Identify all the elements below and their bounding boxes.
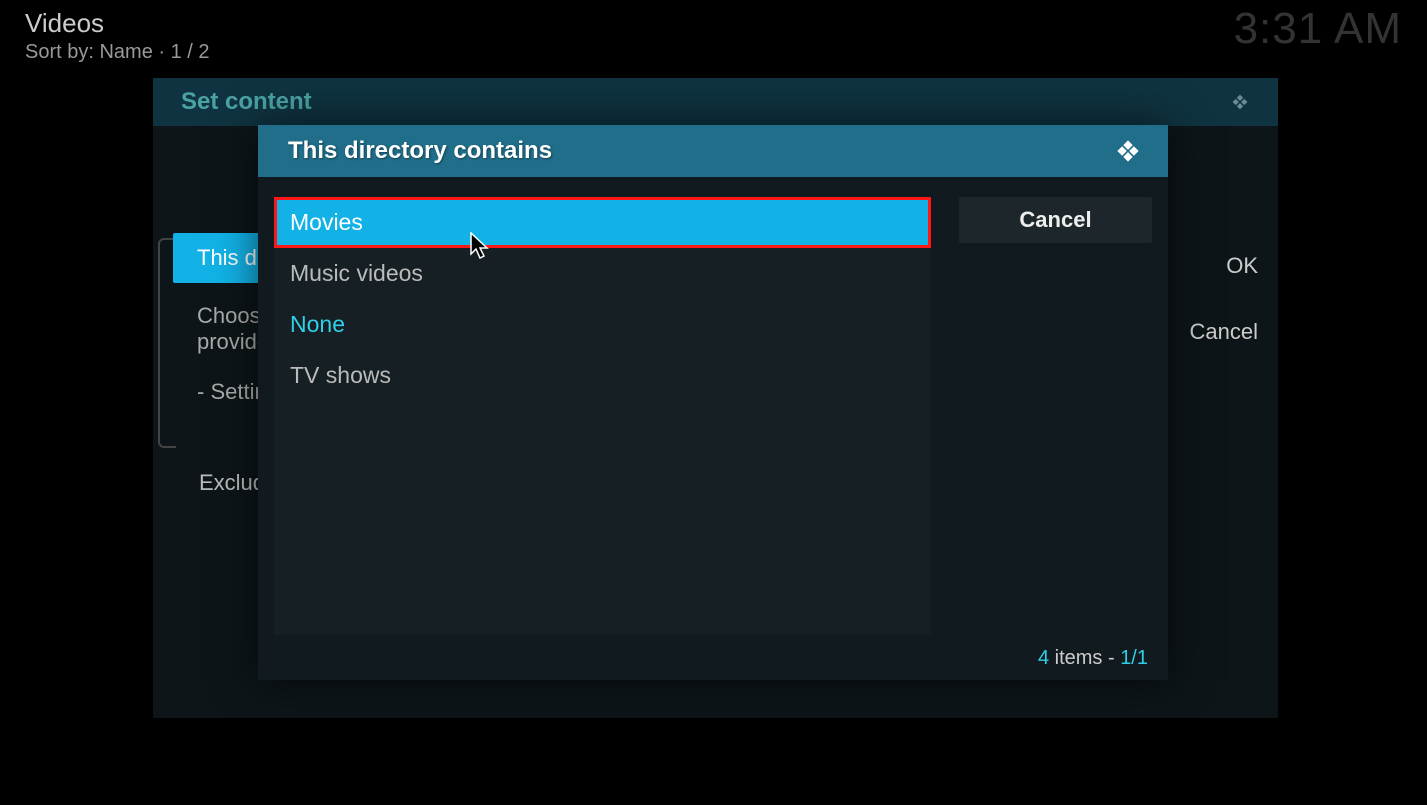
content-type-music-videos[interactable]: Music videos xyxy=(274,248,931,299)
content-type-movies[interactable]: Movies xyxy=(274,197,931,248)
footer-count: 4 xyxy=(1038,647,1049,669)
footer-page: 1/1 xyxy=(1120,647,1148,669)
content-type-none[interactable]: None xyxy=(274,299,931,350)
set-content-header: Set content xyxy=(153,78,1278,126)
directory-contains-title: This directory contains xyxy=(288,137,552,165)
kodi-logo-icon xyxy=(1222,84,1258,120)
directory-contains-dialog: This directory contains Movies Music vid… xyxy=(258,125,1168,680)
clock: 3:31 AM xyxy=(1234,4,1402,54)
screen-title: Videos xyxy=(25,8,210,39)
directory-contains-header: This directory contains xyxy=(258,125,1168,177)
sort-info: Sort by: Name · 1 / 2 xyxy=(25,41,210,64)
cancel-button[interactable]: Cancel xyxy=(959,197,1152,243)
list-footer: 4 items - 1/1 xyxy=(258,647,1168,680)
content-type-tv-shows[interactable]: TV shows xyxy=(274,350,931,401)
content-type-list: Movies Music videos None TV shows xyxy=(274,197,931,635)
footer-label: items - xyxy=(1049,647,1120,669)
kodi-logo-icon xyxy=(1108,131,1148,171)
set-content-title: Set content xyxy=(181,88,312,116)
top-bar: Videos Sort by: Name · 1 / 2 3:31 AM xyxy=(25,8,1402,64)
